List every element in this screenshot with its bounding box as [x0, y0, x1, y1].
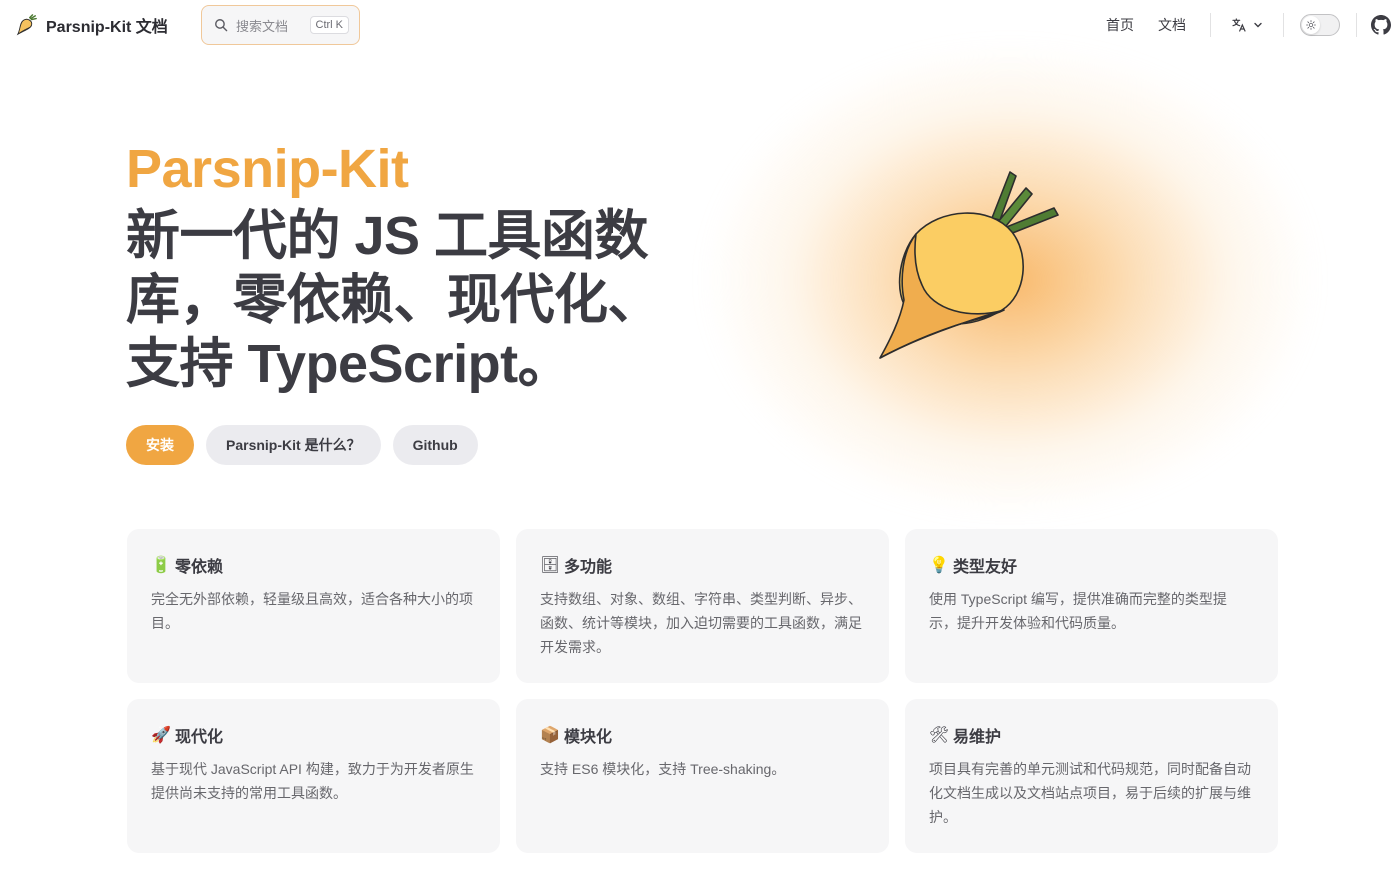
- nav-link-docs[interactable]: 文档: [1158, 15, 1186, 35]
- nav-right: 首页 文档: [1106, 0, 1399, 50]
- feature-header: 💡 类型友好: [929, 553, 1254, 577]
- github-link[interactable]: [1371, 15, 1391, 35]
- search-button[interactable]: 搜索文档 Ctrl K: [201, 5, 360, 45]
- chevron-down-icon: [1254, 22, 1262, 28]
- hero-name: Parsnip-Kit: [126, 139, 409, 199]
- features-grid: 🔋 零依赖 完全无外部依赖，轻量级且高效，适合各种大小的项目。 🗄 多功能 支持…: [127, 529, 1278, 853]
- site-title: Parsnip-Kit 文档: [46, 19, 168, 36]
- feature-header: 🔋 零依赖: [151, 553, 476, 577]
- lightbulb-icon: 💡: [929, 557, 949, 574]
- feature-card: 🔋 零依赖 完全无外部依赖，轻量级且高效，适合各种大小的项目。: [127, 529, 500, 683]
- nav-divider: [1283, 13, 1284, 37]
- feature-details: 基于现代 JavaScript API 构建，致力于为开发者原生提供尚未支持的常…: [151, 761, 474, 801]
- feature-header: 🛠 易维护: [929, 723, 1254, 747]
- feature-title: 零依赖: [175, 559, 224, 576]
- feature-details: 支持数组、对象、数组、字符串、类型判断、异步、函数、统计等模块，加入迫切需要的工…: [540, 591, 862, 655]
- feature-card: 📦 模块化 支持 ES6 模块化，支持 Tree-shaking。: [516, 699, 889, 853]
- search-placeholder: 搜索文档: [236, 18, 289, 34]
- feature-header: 🚀 现代化: [151, 723, 476, 747]
- package-icon: 📦: [540, 727, 560, 744]
- search-icon: [215, 19, 228, 32]
- feature-header: 🗄 多功能: [540, 553, 865, 577]
- brand-home-link[interactable]: Parsnip-Kit 文档: [16, 13, 168, 37]
- install-button[interactable]: 安装: [126, 425, 194, 465]
- feature-details: 项目具有完善的单元测试和代码规范，同时配备自动化文档生成以及文档站点项目，易于后…: [929, 761, 1251, 825]
- feature-card: 🚀 现代化 基于现代 JavaScript API 构建，致力于为开发者原生提供…: [127, 699, 500, 853]
- battery-icon: 🔋: [151, 557, 171, 574]
- feature-header: 📦 模块化: [540, 723, 865, 747]
- navbar: Parsnip-Kit 文档 搜索文档 Ctrl K 首页 文档: [0, 0, 1399, 50]
- github-icon: [1371, 15, 1391, 35]
- feature-details: 完全无外部依赖，轻量级且高效，适合各种大小的项目。: [151, 591, 473, 631]
- hero-tagline: 新一代的 JS 工具函数库，零依赖、现代化、支持 TypeScript。: [126, 206, 662, 394]
- feature-card: 🛠 易维护 项目具有完善的单元测试和代码规范，同时配备自动化文档生成以及文档站点…: [905, 699, 1278, 853]
- parsnip-hero-image: [879, 171, 1059, 359]
- feature-details: 使用 TypeScript 编写，提供准确而完整的类型提示，提升开发体验和代码质…: [929, 591, 1227, 631]
- feature-title: 多功能: [564, 559, 613, 576]
- cabinet-icon: 🗄: [539, 557, 561, 574]
- nav-link-home[interactable]: 首页: [1106, 15, 1134, 35]
- sun-icon: [1306, 20, 1316, 30]
- theme-toggle-switch[interactable]: [1300, 14, 1340, 36]
- feature-title: 模块化: [564, 729, 613, 746]
- tools-icon: 🛠: [928, 727, 950, 744]
- feature-details: 支持 ES6 模块化，支持 Tree-shaking。: [540, 761, 786, 777]
- feature-title: 易维护: [953, 729, 1002, 746]
- nav-divider: [1356, 13, 1357, 37]
- feature-title: 现代化: [175, 729, 224, 746]
- what-is-button[interactable]: Parsnip-Kit 是什么？: [206, 425, 381, 465]
- search-shortcut-key: Ctrl K: [309, 16, 349, 34]
- language-switcher[interactable]: [1211, 17, 1283, 33]
- parsnip-logo-icon: [16, 14, 37, 36]
- hero-actions: 安装 Parsnip-Kit 是什么？ Github: [126, 425, 478, 465]
- github-button[interactable]: Github: [392, 425, 478, 465]
- rocket-icon: 🚀: [151, 727, 171, 744]
- feature-card: 🗄 多功能 支持数组、对象、数组、字符串、类型判断、异步、函数、统计等模块，加入…: [516, 529, 889, 683]
- translate-icon: [1232, 18, 1246, 32]
- toggle-knob: [1302, 16, 1320, 34]
- feature-card: 💡 类型友好 使用 TypeScript 编写，提供准确而完整的类型提示，提升开…: [905, 529, 1278, 683]
- feature-title: 类型友好: [953, 559, 1018, 576]
